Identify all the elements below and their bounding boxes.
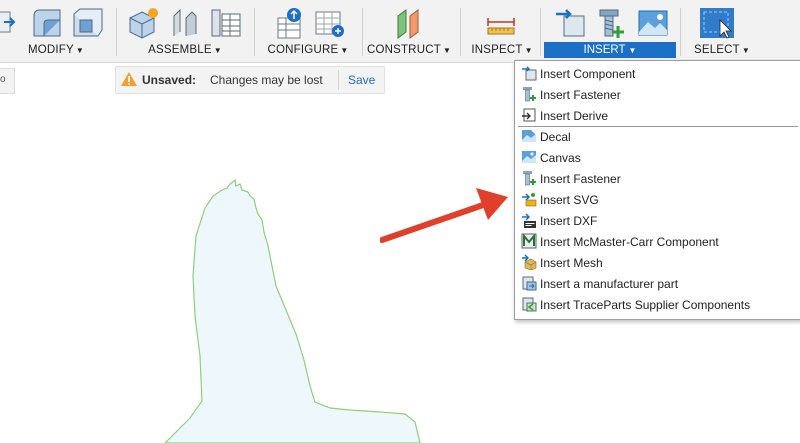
unsaved-divider <box>338 70 339 90</box>
menu-item-insert-dxf[interactable]: Insert DXF <box>515 210 800 231</box>
toolbar: MODIFY ▼ ASSEMBLE ▼ CONFIGURE ▼ CONSTRUC… <box>0 0 800 63</box>
toolbar-separator <box>254 8 255 56</box>
joint-icon[interactable] <box>168 6 202 40</box>
offset-plane-icon[interactable] <box>392 6 426 40</box>
modify-label[interactable]: MODIFY ▼ <box>0 44 112 56</box>
dxf-icon <box>522 213 536 228</box>
decal-icon <box>522 130 536 142</box>
canvas-icon <box>522 151 536 163</box>
svg-icon <box>522 193 537 207</box>
shell-icon[interactable] <box>70 6 104 40</box>
inspect-group[interactable]: INSPECT ▼ <box>464 0 540 62</box>
traceparts-icon <box>522 297 537 312</box>
menu-item-insert-mcmaster-carr-component[interactable]: Insert McMaster-Carr Component <box>515 231 800 252</box>
select-label[interactable]: SELECT ▼ <box>684 44 760 56</box>
mcmaster-icon <box>521 233 537 249</box>
configure-table-icon[interactable] <box>274 6 308 40</box>
unsaved-notification: Unsaved: Changes may be lost Save <box>115 66 385 94</box>
configuration-rules-icon[interactable] <box>312 6 346 40</box>
select-icons <box>684 4 760 42</box>
inspect-label[interactable]: INSPECT ▼ <box>464 44 540 56</box>
configure-group[interactable]: CONFIGURE ▼ <box>258 0 358 62</box>
configure-label[interactable]: CONFIGURE ▼ <box>258 44 358 56</box>
menu-item-insert-fastener[interactable]: Insert Fastener <box>515 84 800 105</box>
measure-icon[interactable] <box>484 6 518 40</box>
toolbar-separator <box>116 8 117 56</box>
toolbar-separator <box>362 8 363 56</box>
fillet-icon[interactable] <box>30 6 64 40</box>
modify-group[interactable]: MODIFY ▼ <box>0 0 112 62</box>
configure-icons <box>258 4 358 42</box>
menu-item-insert-manufacturer-part[interactable]: Insert a manufacturer part <box>515 273 800 294</box>
toolbar-separator <box>460 8 461 56</box>
insert-fastener-icon[interactable] <box>594 6 628 40</box>
fastener-icon <box>523 87 536 102</box>
insert-component-icon[interactable] <box>554 6 588 40</box>
derive-icon <box>522 108 536 122</box>
select-window-icon[interactable] <box>698 6 736 40</box>
menu-item-insert-fastener-2[interactable]: Insert Fastener <box>515 168 800 189</box>
table-joint-icon[interactable] <box>208 6 242 40</box>
menu-item-decal[interactable]: Decal <box>515 126 800 147</box>
assemble-group[interactable]: ASSEMBLE ▼ <box>120 0 250 62</box>
menu-item-insert-derive[interactable]: Insert Derive <box>515 105 800 126</box>
unsaved-title: Unsaved: <box>142 73 197 87</box>
fastener-icon <box>523 171 536 186</box>
insert-tab-active[interactable]: INSERT ▼ <box>544 42 676 58</box>
construct-label[interactable]: CONSTRUCT ▼ <box>364 44 454 56</box>
inspect-icons <box>464 4 540 42</box>
modify-icons <box>0 4 112 42</box>
menu-item-insert-mesh[interactable]: Insert Mesh <box>515 252 800 273</box>
assemble-label[interactable]: ASSEMBLE ▼ <box>120 44 250 56</box>
menu-item-insert-traceparts-supplier-components[interactable]: Insert TraceParts Supplier Components <box>515 294 800 315</box>
toolbar-separator <box>680 8 681 56</box>
insert-dropdown-menu: Insert Component Insert Fastener Insert … <box>514 60 800 320</box>
save-button[interactable]: Save <box>348 73 375 87</box>
warning-icon <box>121 72 137 86</box>
manufacturer-part-icon <box>522 276 537 291</box>
construct-icons <box>364 4 454 42</box>
left-panel-toggle[interactable]: o <box>0 68 15 94</box>
mesh-icon <box>522 254 537 270</box>
menu-item-insert-component[interactable]: Insert Component <box>515 63 800 84</box>
insert-icons <box>544 4 676 42</box>
annotation-arrow <box>380 188 508 243</box>
menu-item-insert-svg[interactable]: Insert SVG <box>515 189 800 210</box>
construct-group[interactable]: CONSTRUCT ▼ <box>364 0 454 62</box>
assemble-icons <box>120 4 250 42</box>
new-component-icon[interactable] <box>126 6 160 40</box>
menu-item-canvas[interactable]: Canvas <box>515 147 800 168</box>
toolbar-separator <box>540 8 541 56</box>
select-group[interactable]: SELECT ▼ <box>684 0 760 62</box>
insert-canvas-icon[interactable] <box>636 6 670 40</box>
move-icon[interactable] <box>0 6 18 40</box>
unsaved-message: Changes may be lost <box>210 73 323 87</box>
insert-component-icon <box>522 66 537 81</box>
